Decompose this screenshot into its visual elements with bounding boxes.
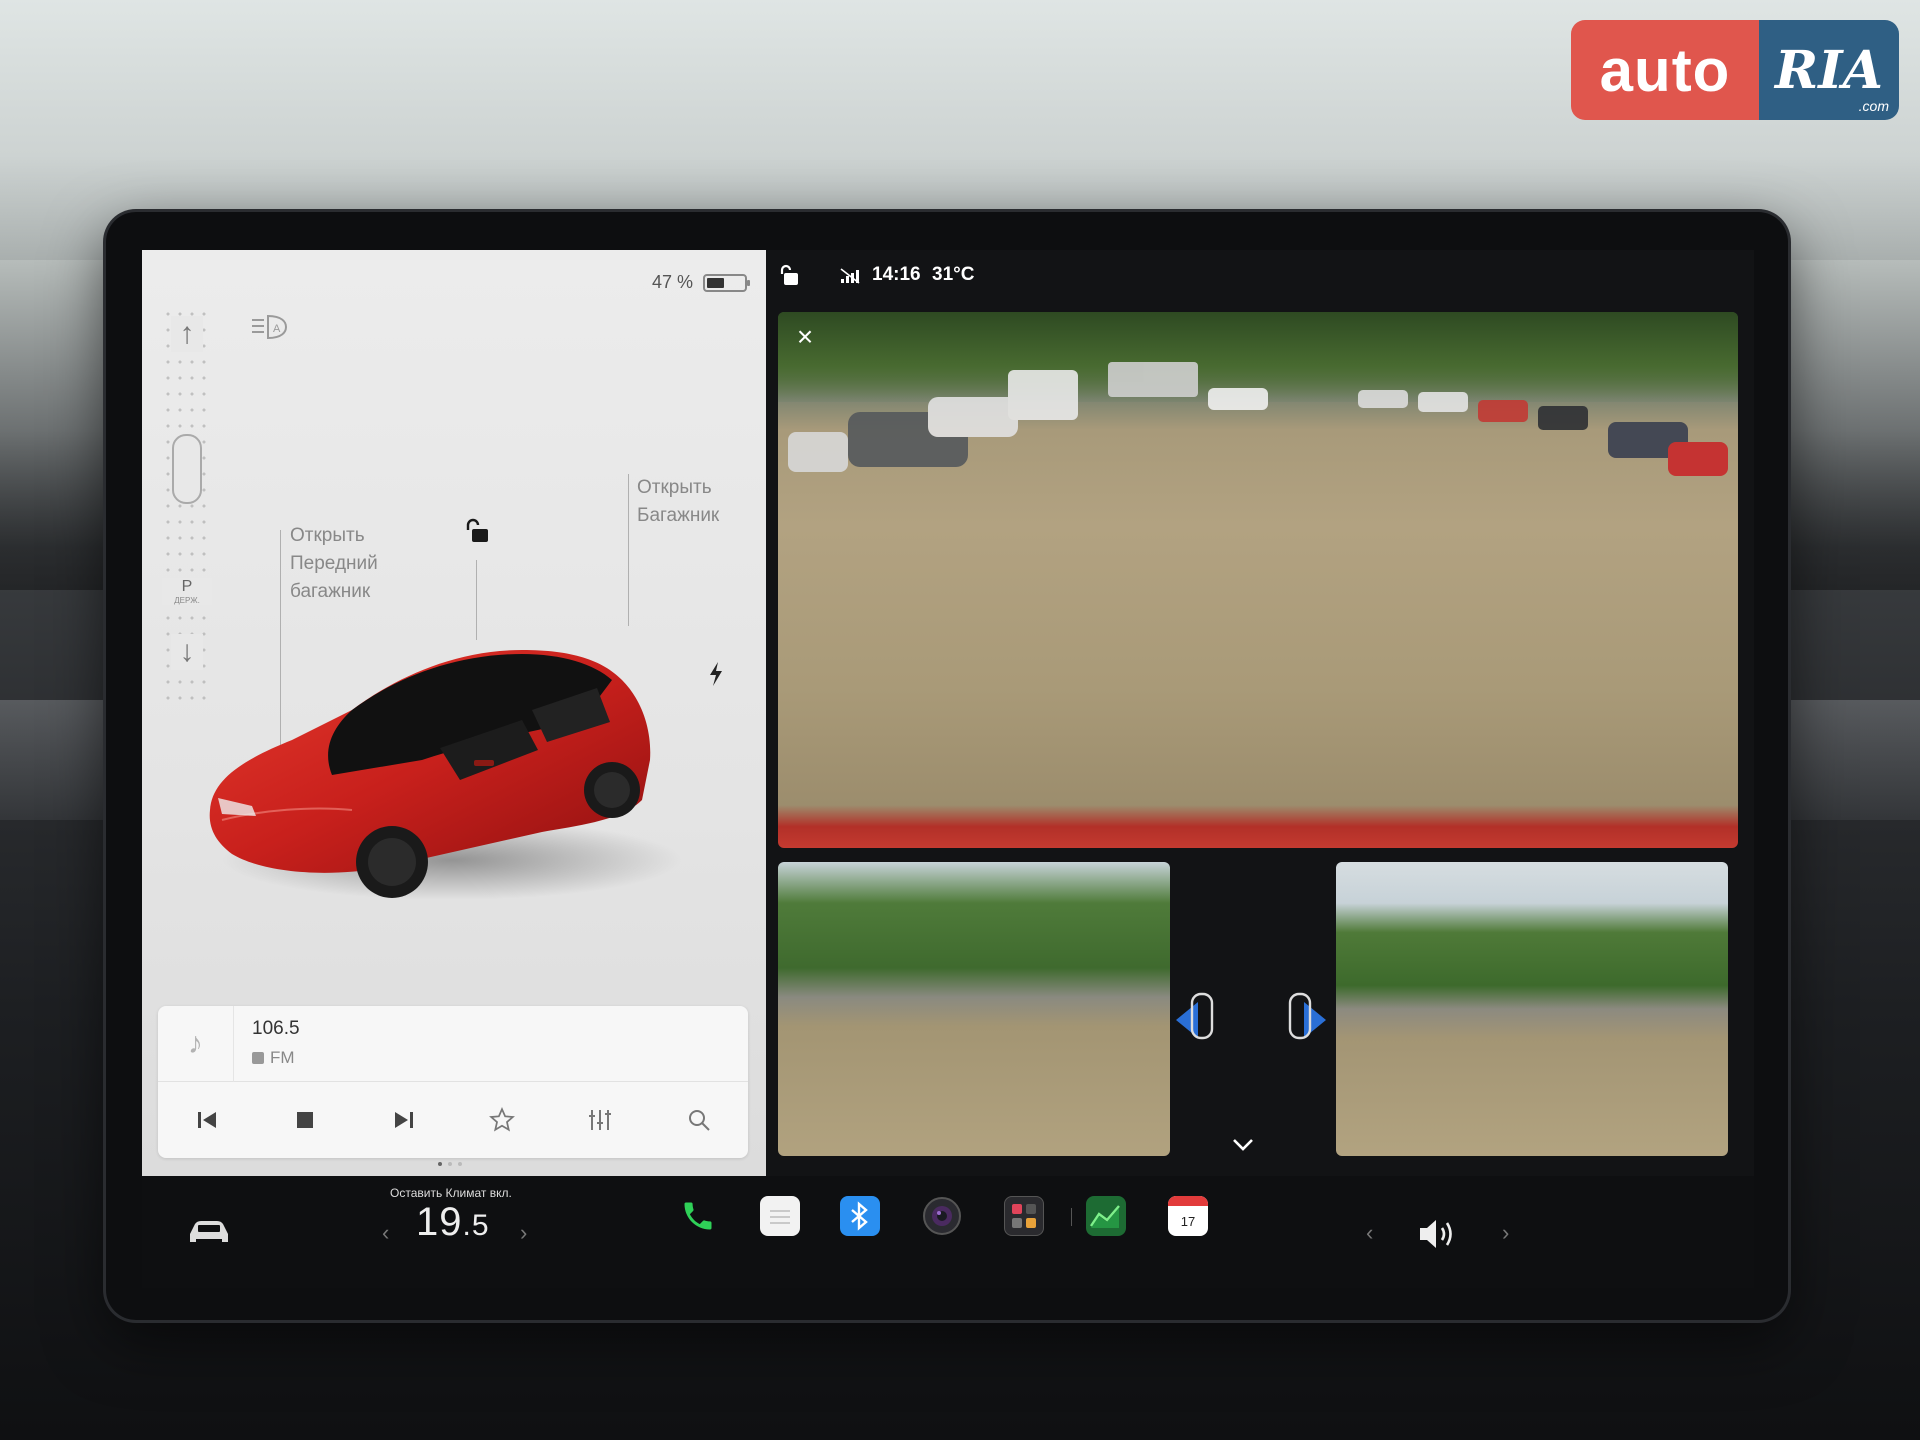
volume-icon[interactable] [1416, 1216, 1460, 1252]
repeater-camera-indicators [1176, 992, 1326, 1040]
rear-camera-view[interactable]: × [778, 312, 1738, 848]
next-track-icon[interactable] [384, 1100, 424, 1140]
bluetooth-icon[interactable] [840, 1196, 880, 1236]
radio-source-icon [252, 1052, 264, 1064]
climate-keep-caption: Оставить Климат вкл. [390, 1186, 512, 1200]
radio-frequency: 106.5 [252, 1018, 300, 1039]
gear-park[interactable]: P ДЕРЖ. [162, 578, 212, 605]
volume-decrease-icon[interactable]: ‹ [1366, 1220, 1373, 1246]
favorite-star-icon[interactable] [482, 1100, 522, 1140]
energy-app-icon[interactable] [1086, 1196, 1126, 1236]
status-lock-icon[interactable] [780, 264, 800, 286]
rear-trunk-callout[interactable]: Открыть Багажник [637, 474, 719, 530]
search-icon[interactable] [679, 1100, 719, 1140]
radio-band: FM [252, 1048, 295, 1068]
charge-port-icon[interactable] [708, 662, 724, 686]
svg-text:A: A [273, 323, 281, 335]
rear-trunk-line [628, 474, 629, 626]
phone-icon[interactable] [678, 1196, 718, 1236]
music-note-icon: ♪ [158, 1006, 234, 1082]
page-indicator [438, 1162, 462, 1166]
calendar-day: 17 [1180, 1213, 1196, 1229]
status-bar: 14:16 31°C [766, 250, 1754, 296]
chevron-down-icon[interactable] [1232, 1138, 1254, 1152]
media-player: ♪ 106.5 FM [158, 1006, 748, 1158]
gear-p-label: P [181, 578, 193, 595]
stop-icon[interactable] [285, 1100, 325, 1140]
battery-status: 47 % [652, 272, 751, 293]
close-camera-icon[interactable]: × [792, 323, 818, 351]
bottom-taskbar: Оставить Климат вкл. ‹ 19.5 › 17 ‹ › [142, 1176, 1754, 1288]
radio-band-label: FM [270, 1048, 295, 1067]
calendar-app-icon[interactable]: 17 [1168, 1196, 1208, 1236]
front-trunk-callout[interactable]: Открыть Передний багажник [290, 522, 378, 606]
camera-panel: 14:16 31°C × [766, 250, 1754, 1176]
cabin-temperature[interactable]: 19.5 [416, 1200, 490, 1245]
gear-down-arrow-icon[interactable]: ↓ [171, 634, 203, 670]
battery-fill [707, 277, 724, 288]
logo-ria-text: RIA .com [1759, 20, 1899, 120]
vehicle-panel: 47 % ↑ P ДЕРЖ. ↓ A Открыть Передний бага… [142, 250, 766, 1176]
autoria-logo: auto RIA .com [1571, 20, 1899, 120]
temp-decimal: .5 [462, 1209, 490, 1242]
notes-app-icon[interactable] [760, 1196, 800, 1236]
taskbar-divider [1071, 1208, 1072, 1226]
battery-icon [703, 273, 751, 292]
no-signal-icon [840, 268, 860, 284]
camera-app-icon[interactable] [922, 1196, 962, 1236]
gear-car-icon [172, 434, 202, 504]
parked-cars [788, 362, 1728, 476]
outside-temperature: 31°C [932, 264, 975, 285]
left-repeater-camera[interactable] [778, 862, 1170, 1156]
media-controls [158, 1082, 748, 1158]
clock: 14:16 [872, 264, 921, 285]
gear-up-arrow-icon[interactable]: ↑ [171, 316, 203, 352]
touchscreen: 47 % ↑ P ДЕРЖ. ↓ A Открыть Передний бага… [142, 250, 1754, 1288]
logo-ria-label: RIA [1775, 39, 1883, 101]
logo-com-label: .com [1858, 98, 1889, 114]
right-repeater-camera[interactable] [1336, 862, 1728, 1156]
temp-increase-icon[interactable]: › [520, 1220, 527, 1246]
vehicle-model-illustration [209, 650, 682, 900]
car-menu-icon[interactable] [186, 1216, 232, 1246]
calendar-header [1168, 1196, 1208, 1206]
gear-hold-label: ДЕРЖ. [174, 596, 200, 605]
logo-auto-text: auto [1571, 20, 1759, 120]
app-launcher-icon[interactable] [1004, 1196, 1044, 1236]
volume-increase-icon[interactable]: › [1502, 1220, 1509, 1246]
temp-main: 19 [416, 1200, 463, 1244]
previous-track-icon[interactable] [187, 1100, 227, 1140]
auto-headlight-icon[interactable]: A [250, 312, 290, 342]
media-now-playing[interactable]: ♪ 106.5 FM [158, 1006, 748, 1082]
unlock-icon[interactable] [464, 518, 490, 544]
battery-percent: 47 % [652, 272, 694, 292]
equalizer-icon[interactable] [580, 1100, 620, 1140]
temp-decrease-icon[interactable]: ‹ [382, 1220, 389, 1246]
